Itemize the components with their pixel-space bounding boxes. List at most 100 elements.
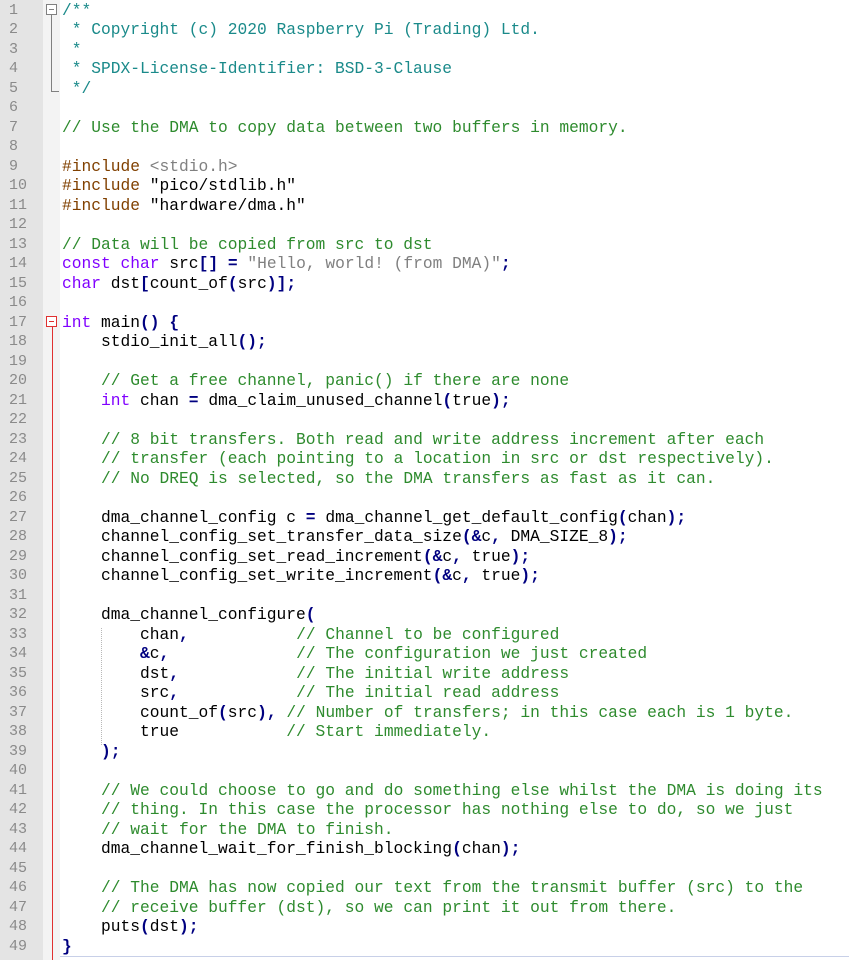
code-line[interactable]: 8 (0, 137, 849, 157)
code-text[interactable]: dma_channel_config c = dma_channel_get_d… (62, 508, 686, 528)
code-text[interactable]: // transfer (each pointing to a location… (62, 449, 774, 469)
code-text[interactable]: * SPDX-License-Identifier: BSD-3-Clause (62, 59, 452, 79)
code-line[interactable]: 10 #include "pico/stdlib.h" (0, 176, 849, 196)
code-line[interactable]: 23 // 8 bit transfers. Both read and wri… (0, 430, 849, 450)
code-line[interactable]: 12 (0, 215, 849, 235)
code-text[interactable]: // thing. In this case the processor has… (62, 800, 793, 820)
code-line[interactable]: 36 src, // The initial read address (0, 683, 849, 703)
code-line[interactable]: 17 int main() { (0, 313, 849, 333)
code-line[interactable]: 27 dma_channel_config c = dma_channel_ge… (0, 508, 849, 528)
code-line[interactable]: 42 // thing. In this case the processor … (0, 800, 849, 820)
code-text[interactable]: // We could choose to go and do somethin… (62, 781, 823, 801)
code-line[interactable]: 9 #include <stdio.h> (0, 157, 849, 177)
code-text[interactable]: true // Start immediately. (62, 722, 491, 742)
line-number: 45 (9, 859, 28, 877)
code-text[interactable]: stdio_init_all(); (62, 332, 267, 352)
code-line[interactable]: 26 (0, 488, 849, 508)
code-text[interactable]: &c, // The configuration we just created (62, 644, 647, 664)
code-line[interactable]: 21 int chan = dma_claim_unused_channel(t… (0, 391, 849, 411)
code-line[interactable]: 39 ); (0, 742, 849, 762)
token-op: ); (179, 917, 199, 936)
token-comment: // The configuration we just created (296, 644, 648, 663)
code-text[interactable]: // Data will be copied from src to dst (62, 235, 433, 255)
token-op: , (169, 683, 180, 702)
code-text[interactable]: * (62, 40, 82, 60)
token-text: channel_config_set_write_increment (62, 566, 433, 585)
code-text[interactable]: // 8 bit transfers. Both read and write … (62, 430, 764, 450)
code-text[interactable]: // receive buffer (dst), so we can print… (62, 898, 676, 918)
code-line[interactable]: 29 channel_config_set_read_increment(&c,… (0, 547, 849, 567)
code-line[interactable]: 46 // The DMA has now copied our text fr… (0, 878, 849, 898)
code-line[interactable]: 18 stdio_init_all(); (0, 332, 849, 352)
code-text[interactable]: const char src[] = "Hello, world! (from … (62, 254, 511, 274)
code-line[interactable]: 35 dst, // The initial write address (0, 664, 849, 684)
code-line[interactable]: 44 dma_channel_wait_for_finish_blocking(… (0, 839, 849, 859)
code-line[interactable]: 3 * (0, 40, 849, 60)
code-text[interactable]: count_of(src), // Number of transfers; i… (62, 703, 793, 723)
code-line[interactable]: 13 // Data will be copied from src to dst (0, 235, 849, 255)
code-text[interactable]: dma_channel_wait_for_finish_blocking(cha… (62, 839, 520, 859)
code-line[interactable]: 33 chan, // Channel to be configured (0, 625, 849, 645)
code-text[interactable]: */ (62, 78, 92, 99)
code-text[interactable]: puts(dst); (62, 917, 199, 937)
code-text[interactable]: // wait for the DMA to finish. (62, 820, 394, 840)
code-text[interactable]: } (62, 937, 72, 957)
code-text[interactable]: channel_config_set_transfer_data_size(&c… (62, 527, 628, 547)
code-text[interactable]: #include "hardware/dma.h" (62, 196, 306, 216)
code-line[interactable]: 19 (0, 352, 849, 372)
code-line[interactable]: 11 #include "hardware/dma.h" (0, 196, 849, 216)
code-text[interactable]: int chan = dma_claim_unused_channel(true… (62, 391, 511, 411)
line-number: 14 (9, 255, 28, 272)
code-line[interactable]: 5 */ (0, 79, 849, 99)
code-text[interactable]: channel_config_set_read_increment(&c, tr… (62, 547, 530, 567)
code-line[interactable]: 7 // Use the DMA to copy data between two… (0, 118, 849, 138)
code-line[interactable]: 49} (0, 937, 849, 957)
code-text[interactable]: // Use the DMA to copy data between two … (62, 118, 628, 138)
code-line[interactable]: 6 (0, 98, 849, 118)
code-line[interactable]: 4 * SPDX-License-Identifier: BSD-3-Claus… (0, 59, 849, 79)
code-line[interactable]: 22 (0, 410, 849, 430)
code-line[interactable]: 41 // We could choose to go and do somet… (0, 781, 849, 801)
code-text[interactable]: chan, // Channel to be configured (62, 625, 559, 645)
code-text[interactable]: ); (62, 742, 121, 762)
code-text[interactable]: /** (62, 1, 91, 21)
code-line[interactable]: 25 // No DREQ is selected, so the DMA tr… (0, 469, 849, 489)
code-line[interactable]: 47 // receive buffer (dst), so we can pr… (0, 898, 849, 918)
code-line[interactable]: 14 const char src[] = "Hello, world! (fro… (0, 254, 849, 274)
code-text[interactable]: // Get a free channel, panic() if there … (62, 371, 569, 391)
code-line[interactable]: 31 (0, 586, 849, 606)
code-line[interactable]: 20 // Get a free channel, panic() if the… (0, 371, 849, 391)
code-line[interactable]: 24 // transfer (each pointing to a locat… (0, 449, 849, 469)
code-line[interactable]: 1 /** (0, 1, 849, 21)
code-line[interactable]: 16 (0, 293, 849, 313)
code-text[interactable]: channel_config_set_write_increment(&c, t… (62, 566, 540, 586)
code-line[interactable]: 2 * Copyright (c) 2020 Raspberry Pi (Tra… (0, 20, 849, 40)
code-line[interactable]: 43 // wait for the DMA to finish. (0, 820, 849, 840)
code-text[interactable]: dma_channel_configure( (62, 605, 316, 625)
code-line[interactable]: 32 dma_channel_configure( (0, 605, 849, 625)
code-line[interactable]: 38 true // Start immediately. (0, 722, 849, 742)
code-text[interactable]: #include <stdio.h> (62, 157, 238, 177)
code-text[interactable]: int main() { (62, 313, 179, 333)
code-text[interactable]: * Copyright (c) 2020 Raspberry Pi (Tradi… (62, 20, 540, 40)
code-line[interactable]: 15 char dst[count_of(src)]; (0, 274, 849, 294)
code-line[interactable]: 28 channel_config_set_transfer_data_size… (0, 527, 849, 547)
token-blockcomment: */ (62, 78, 92, 98)
code-line[interactable]: 45 (0, 859, 849, 879)
code-text[interactable]: char dst[count_of(src)]; (62, 274, 296, 294)
code-line[interactable]: 30 channel_config_set_write_increment(&c… (0, 566, 849, 586)
code-text[interactable]: src, // The initial read address (62, 683, 559, 703)
code-text[interactable]: // No DREQ is selected, so the DMA trans… (62, 469, 715, 489)
code-text[interactable]: #include "pico/stdlib.h" (62, 176, 296, 196)
code-line[interactable]: 48 puts(dst); (0, 917, 849, 937)
code-editor[interactable]: 1/** 2 * Copyright (c) 2020 Raspberry Pi … (0, 0, 849, 960)
code-line[interactable]: 34 &c, // The configuration we just crea… (0, 644, 849, 664)
token-comment: // The initial write address (296, 663, 570, 683)
code-line[interactable]: 37 count_of(src), // Number of transfers… (0, 703, 849, 723)
code-text[interactable]: // The DMA has now copied our text from … (62, 878, 803, 898)
code-line[interactable]: 40 (0, 761, 849, 781)
code-text[interactable]: dst, // The initial write address (62, 664, 569, 684)
